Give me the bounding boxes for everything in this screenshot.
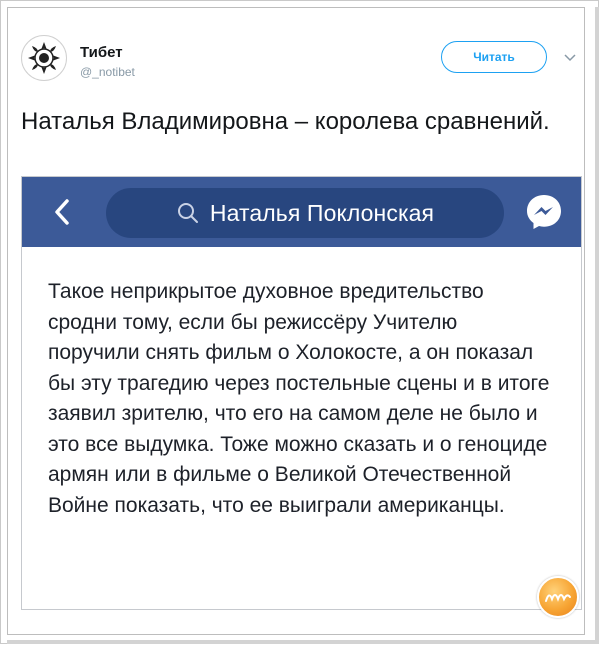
back-button[interactable] bbox=[46, 194, 78, 230]
watermark-glyph bbox=[545, 594, 571, 602]
tweet-text: Наталья Владимировна – королева сравнени… bbox=[21, 108, 550, 135]
image-frame: Тибет @_notibet Читать Наталья Владимиро… bbox=[0, 0, 599, 644]
post-text: Такое неприкрытое духовное вредительство… bbox=[48, 280, 550, 517]
tweet-card: Тибет @_notibet Читать Наталья Владимиро… bbox=[7, 7, 585, 635]
messenger-icon bbox=[527, 195, 561, 229]
more-options-button[interactable] bbox=[564, 52, 576, 64]
chevron-down-icon bbox=[564, 54, 576, 62]
embedded-screenshot: Наталья Поклонская Такое неприкрытое дух… bbox=[21, 176, 582, 610]
search-field[interactable]: Наталья Поклонская bbox=[106, 188, 504, 238]
messenger-button[interactable] bbox=[522, 190, 566, 234]
back-arrow-icon bbox=[55, 199, 69, 225]
author-name[interactable]: Тибет bbox=[80, 44, 123, 61]
facebook-top-bar: Наталья Поклонская bbox=[22, 177, 581, 247]
ornament-avatar-icon bbox=[28, 42, 60, 74]
follow-button[interactable]: Читать bbox=[441, 41, 547, 73]
search-icon bbox=[177, 203, 198, 223]
avatar[interactable] bbox=[21, 35, 67, 81]
author-handle[interactable]: @_notibet bbox=[80, 65, 135, 79]
watermark-logo bbox=[537, 576, 579, 618]
search-query: Наталья Поклонская bbox=[209, 199, 435, 226]
